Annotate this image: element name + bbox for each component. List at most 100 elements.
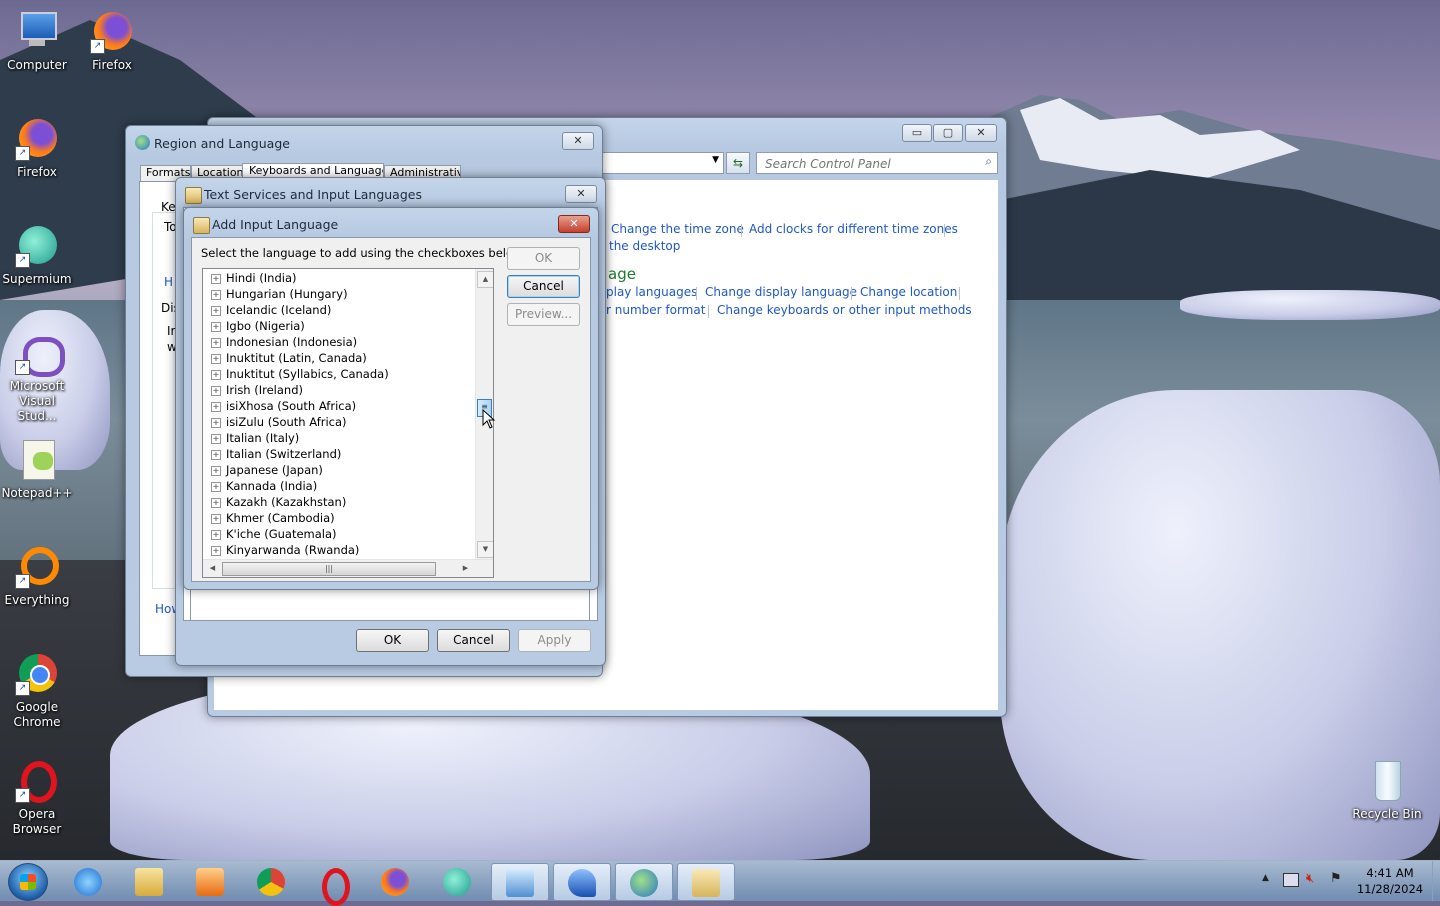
desktop-icon-notepad-plus-plus[interactable]: Notepad++ (0, 438, 74, 501)
tree-item-language[interactable]: + Hindi (India) (211, 270, 296, 286)
action-center-flag-icon[interactable]: ⚑ (1330, 871, 1342, 886)
ok-button[interactable]: OK (356, 629, 429, 652)
tree-item-language[interactable]: + Hungarian (Hungary) (211, 286, 348, 302)
chevron-down-icon[interactable]: ▼ (712, 155, 719, 165)
close-button[interactable]: ✕ (965, 124, 997, 142)
taskbar-media-player[interactable] (182, 863, 238, 899)
desktop-icon-opera[interactable]: ↗ Opera Browser (0, 759, 74, 837)
expand-plus-icon[interactable]: + (211, 482, 221, 492)
expand-plus-icon[interactable]: + (211, 306, 221, 316)
close-button[interactable]: ✕ (565, 185, 597, 203)
scroll-right-icon[interactable]: ▶ (458, 561, 473, 576)
expand-plus-icon[interactable]: + (211, 418, 221, 428)
expand-plus-icon[interactable]: + (211, 434, 221, 444)
search-icon[interactable]: ⌕ (985, 154, 992, 169)
scroll-left-icon[interactable]: ◀ (205, 561, 220, 576)
expand-plus-icon[interactable]: + (211, 402, 221, 412)
language-tree[interactable]: + Hindi (India) + Hungarian (Hungary) + Icela… (202, 268, 494, 578)
tree-item-language[interactable]: + Kazakh (Kazakhstan) (211, 494, 346, 510)
tree-item-language[interactable]: + Igbo (Nigeria) (211, 318, 305, 334)
search-box[interactable]: ⌕ (756, 152, 998, 174)
tree-item-language[interactable]: + Irish (Ireland) (211, 382, 303, 398)
expand-plus-icon[interactable]: + (211, 514, 221, 524)
show-desktop-button[interactable] (1432, 861, 1440, 901)
network-icon[interactable] (1283, 873, 1299, 887)
taskbar-firefox[interactable] (367, 863, 423, 899)
scroll-down-icon[interactable]: ▼ (477, 541, 493, 558)
desktop-icon-everything[interactable]: ↗ Everything (0, 545, 74, 608)
desktop-icon-google-chrome[interactable]: ↗ Google Chrome (0, 652, 74, 730)
link-change-time-zone[interactable]: Change the time zone (611, 222, 744, 236)
preview-button[interactable]: Preview... (507, 303, 580, 326)
address-bar[interactable]: ▼ (600, 152, 724, 174)
desktop-icon-firefox-2[interactable]: ↗ Firefox (0, 117, 74, 180)
taskbar-file-explorer[interactable] (121, 863, 177, 899)
expand-plus-icon[interactable]: + (211, 450, 221, 460)
tray-show-hidden-icon[interactable]: ▲ (1262, 873, 1269, 883)
cancel-button[interactable]: Cancel (507, 275, 580, 298)
ok-button[interactable]: OK (507, 247, 580, 270)
tree-item-language[interactable]: + Italian (Switzerland) (211, 446, 341, 462)
expand-plus-icon[interactable]: + (211, 354, 221, 364)
expand-plus-icon[interactable]: + (211, 546, 221, 556)
expand-plus-icon[interactable]: + (211, 322, 221, 332)
desktop-icon-supermium[interactable]: ↗ Supermium (0, 224, 74, 287)
taskbar-opera[interactable] (305, 863, 361, 906)
tree-item-language[interactable]: + isiZulu (South Africa) (211, 414, 347, 430)
tree-item-language[interactable]: + Inuktitut (Syllabics, Canada) (211, 366, 389, 382)
tree-item-language[interactable]: + Kinyarwanda (Rwanda) (211, 542, 359, 558)
expand-plus-icon[interactable]: + (211, 370, 221, 380)
scroll-up-icon[interactable]: ▲ (477, 271, 493, 288)
expand-plus-icon[interactable]: + (211, 338, 221, 348)
taskbar-control-panel[interactable] (491, 863, 549, 901)
close-button[interactable]: ✕ (562, 132, 594, 150)
expand-plus-icon[interactable]: + (211, 466, 221, 476)
tree-item-language[interactable]: + isiXhosa (South Africa) (211, 398, 356, 414)
desktop-icon-visual-studio[interactable]: ↗ Microsoft Visual Stud... (0, 331, 74, 424)
expand-plus-icon[interactable]: + (211, 498, 221, 508)
search-input[interactable] (763, 155, 967, 173)
cancel-button[interactable]: Cancel (437, 629, 510, 652)
volume-muted-icon[interactable]: 🔇︎ (1306, 871, 1314, 886)
desktop-icon-computer[interactable]: Computer (0, 10, 74, 73)
tree-item-language[interactable]: + K'iche (Guatemala) (211, 526, 337, 542)
taskbar-chrome[interactable] (243, 863, 299, 899)
tree-item-language[interactable]: + Inuktitut (Latin, Canada) (211, 350, 367, 366)
link-change-display-language[interactable]: Change display language (705, 285, 857, 299)
link-display-languages[interactable]: play languages (606, 285, 697, 299)
link-the-desktop[interactable]: the desktop (609, 239, 680, 253)
tree-item-language[interactable]: + Khmer (Cambodia) (211, 510, 335, 526)
expand-plus-icon[interactable]: + (211, 274, 221, 284)
apply-button[interactable]: Apply (518, 629, 591, 652)
link-number-format[interactable]: r number format (606, 303, 705, 317)
taskbar-supermium[interactable] (429, 863, 485, 899)
hscroll-thumb[interactable]: ||| (222, 562, 436, 576)
desktop-icon-recycle-bin[interactable]: Recycle Bin (1350, 759, 1424, 822)
link-change-keyboards[interactable]: Change keyboards or other input methods (717, 303, 972, 317)
taskbar-region-language[interactable] (615, 863, 673, 901)
desktop-icon-firefox[interactable]: ↗ Firefox (75, 10, 149, 73)
minimize-button[interactable]: ▭ (902, 124, 932, 142)
tree-item-language[interactable]: + Italian (Italy) (211, 430, 299, 446)
taskbar-text-services[interactable] (677, 863, 735, 901)
maximize-button[interactable]: ▢ (933, 124, 963, 142)
horizontal-scrollbar[interactable]: ◀ ||| ▶ (203, 559, 493, 577)
clock[interactable]: 4:41 AM 11/28/2024 (1352, 865, 1428, 897)
tree-item-label: Hungarian (Hungary) (226, 287, 348, 301)
tree-item-language[interactable]: + Indonesian (Indonesia) (211, 334, 357, 350)
link-change-location[interactable]: Change location (860, 285, 957, 299)
refresh-button[interactable]: ⇆ (726, 152, 750, 174)
expand-plus-icon[interactable]: + (211, 290, 221, 300)
link-add-clocks[interactable]: Add clocks for different time zones (749, 222, 958, 236)
taskbar-internet-explorer[interactable] (60, 863, 116, 899)
taskbar-app-blue[interactable] (553, 863, 611, 901)
close-button[interactable]: ✕ (558, 215, 590, 233)
start-button[interactable] (8, 863, 48, 901)
expand-plus-icon[interactable]: + (211, 386, 221, 396)
expand-plus-icon[interactable]: + (211, 530, 221, 540)
separator (851, 287, 852, 300)
tree-item-language[interactable]: + Icelandic (Iceland) (211, 302, 331, 318)
tree-item-label: Icelandic (Iceland) (226, 303, 332, 317)
tree-item-language[interactable]: + Japanese (Japan) (211, 462, 323, 478)
tree-item-language[interactable]: + Kannada (India) (211, 478, 317, 494)
